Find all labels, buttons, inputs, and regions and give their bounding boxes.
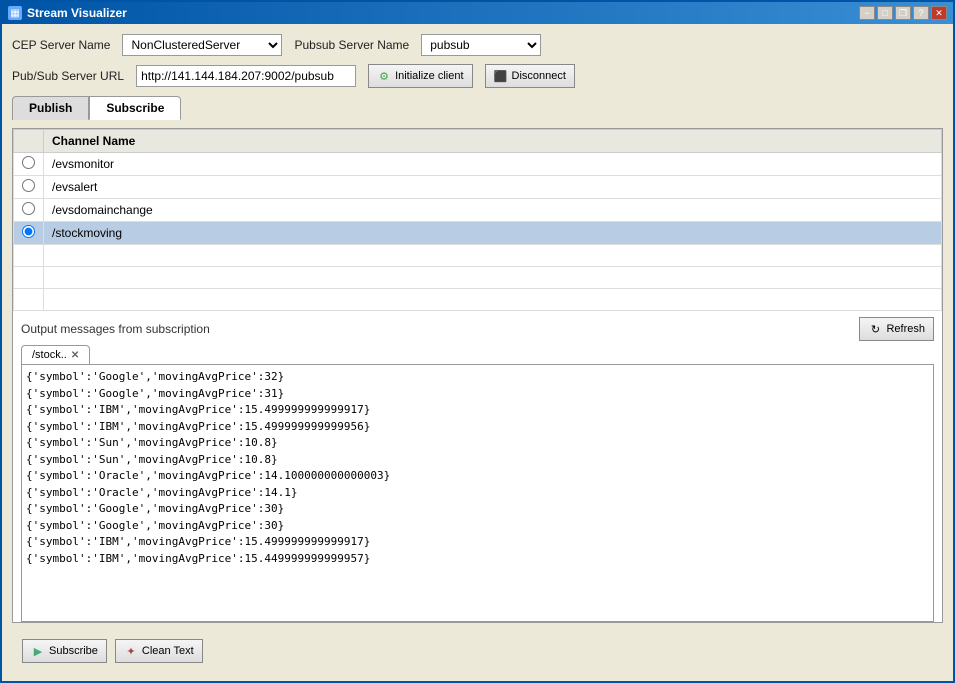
title-bar: ▦ Stream Visualizer − □ ❐ ? ✕ — [2, 2, 953, 24]
output-area-wrapper — [21, 365, 934, 622]
url-row: Pub/Sub Server URL ⚙ Initialize client ⬛… — [12, 64, 943, 88]
init-icon: ⚙ — [377, 69, 391, 83]
initialize-client-button[interactable]: ⚙ Initialize client — [368, 64, 472, 88]
tab-publish[interactable]: Publish — [12, 96, 89, 120]
channel-table-name-header: Channel Name — [44, 130, 942, 153]
output-tab-bar: /stock.. ✕ — [21, 345, 934, 365]
channel-table-row-empty — [14, 245, 942, 267]
maximize-button[interactable]: □ — [877, 6, 893, 20]
channel-radio[interactable] — [22, 202, 35, 215]
channel-radio[interactable] — [22, 225, 35, 238]
disconnect-button[interactable]: ⬛ Disconnect — [485, 64, 575, 88]
channel-table: Channel Name /evsmonitor /evsalert /evsd… — [13, 129, 942, 311]
channel-name: /evsdomainchange — [44, 199, 942, 222]
refresh-icon: ↻ — [868, 322, 882, 336]
channel-table-row-empty — [14, 289, 942, 311]
output-tab-label: /stock.. — [32, 349, 67, 361]
channel-name: /evsalert — [44, 176, 942, 199]
refresh-button[interactable]: ↻ Refresh — [859, 317, 934, 341]
channel-table-row[interactable]: /evsdomainchange — [14, 199, 942, 222]
pubsub-server-select[interactable]: pubsub — [421, 34, 541, 56]
channel-name: /evsmonitor — [44, 153, 942, 176]
channel-table-row-empty — [14, 267, 942, 289]
main-window: ▦ Stream Visualizer − □ ❐ ? ✕ CEP Server… — [0, 0, 955, 683]
subscribe-panel: Channel Name /evsmonitor /evsalert /evsd… — [13, 129, 942, 622]
channel-name: /stockmoving — [44, 222, 942, 245]
output-section: Output messages from subscription ↻ Refr… — [13, 311, 942, 622]
output-tab-close-icon[interactable]: ✕ — [71, 350, 79, 361]
output-tab-stock[interactable]: /stock.. ✕ — [21, 345, 90, 364]
server-name-row: CEP Server Name NonClusteredServer Pubsu… — [12, 34, 943, 56]
restore-button[interactable]: ❐ — [895, 6, 911, 20]
cep-server-select[interactable]: NonClusteredServer — [122, 34, 282, 56]
subscribe-button[interactable]: ▶ Subscribe — [22, 639, 107, 663]
content-area: CEP Server Name NonClusteredServer Pubsu… — [2, 24, 953, 681]
main-panel: Channel Name /evsmonitor /evsalert /evsd… — [12, 128, 943, 623]
output-label: Output messages from subscription — [21, 322, 210, 336]
window-controls: − □ ❐ ? ✕ — [859, 6, 947, 20]
tab-subscribe[interactable]: Subscribe — [89, 96, 181, 120]
subscribe-icon: ▶ — [31, 644, 45, 658]
title-bar-left: ▦ Stream Visualizer — [8, 6, 127, 20]
channel-radio[interactable] — [22, 179, 35, 192]
channel-table-row[interactable]: /evsmonitor — [14, 153, 942, 176]
pubsub-label: Pubsub Server Name — [294, 38, 409, 52]
app-icon: ▦ — [8, 6, 22, 20]
output-textarea[interactable] — [22, 365, 933, 621]
output-header: Output messages from subscription ↻ Refr… — [21, 317, 934, 341]
close-button[interactable]: ✕ — [931, 6, 947, 20]
clean-icon: ✦ — [124, 644, 138, 658]
channel-table-row[interactable]: /stockmoving — [14, 222, 942, 245]
minimize-button[interactable]: − — [859, 6, 875, 20]
url-input[interactable] — [136, 65, 356, 87]
clean-text-button[interactable]: ✦ Clean Text — [115, 639, 203, 663]
main-tabs: Publish Subscribe — [12, 96, 943, 120]
channel-table-row[interactable]: /evsalert — [14, 176, 942, 199]
disconnect-icon: ⬛ — [494, 69, 508, 83]
url-label: Pub/Sub Server URL — [12, 69, 124, 83]
help-button[interactable]: ? — [913, 6, 929, 20]
bottom-bar: ▶ Subscribe ✦ Clean Text — [12, 631, 943, 671]
channel-table-radio-header — [14, 130, 44, 153]
channel-radio[interactable] — [22, 156, 35, 169]
cep-label: CEP Server Name — [12, 38, 110, 52]
window-title: Stream Visualizer — [27, 6, 127, 20]
